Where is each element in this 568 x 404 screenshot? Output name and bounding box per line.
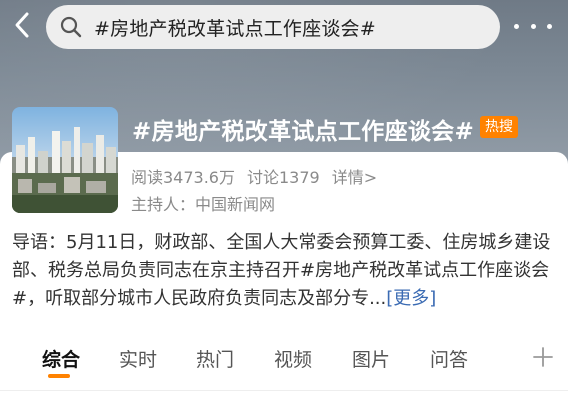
- read-count: 阅读3473.6万: [131, 168, 235, 187]
- divider: [0, 390, 568, 391]
- plus-icon[interactable]: [531, 345, 555, 369]
- search-query-text: #房地产税改革试点工作座谈会#: [94, 17, 376, 40]
- hot-badge: 热搜: [480, 116, 518, 138]
- tab-qa[interactable]: 问答: [430, 345, 468, 372]
- more-link[interactable]: [更多]: [386, 288, 436, 309]
- tab-comprehensive[interactable]: 综合: [42, 345, 80, 372]
- discussion-count: 讨论1379: [247, 168, 320, 187]
- topic-stats: 阅读3473.6万 讨论1379 详情>: [131, 164, 377, 188]
- search-bar[interactable]: #房地产税改革试点工作座谈会#: [46, 5, 500, 49]
- tab-popular[interactable]: 热门: [196, 345, 234, 372]
- tab-video[interactable]: 视频: [274, 345, 312, 372]
- details-link[interactable]: 详情>: [332, 164, 377, 188]
- topic-host: 主持人：中国新闻网: [131, 195, 276, 214]
- active-tab-indicator: [48, 374, 70, 378]
- topic-intro: 导语：5月11日，财政部、全国人大常委会预算工委、住房城乡建设部、税务总局负责同…: [12, 229, 556, 313]
- topic-thumbnail: [12, 107, 118, 213]
- back-icon[interactable]: [8, 11, 36, 39]
- more-dots-icon[interactable]: [514, 16, 552, 36]
- tab-images[interactable]: 图片: [352, 345, 390, 372]
- search-icon: [60, 16, 82, 38]
- tab-realtime[interactable]: 实时: [119, 345, 157, 372]
- topic-title: #房地产税改革试点工作座谈会#: [132, 119, 475, 145]
- intro-text: 导语：5月11日，财政部、全国人大常委会预算工委、住房城乡建设部、税务总局负责同…: [12, 232, 551, 309]
